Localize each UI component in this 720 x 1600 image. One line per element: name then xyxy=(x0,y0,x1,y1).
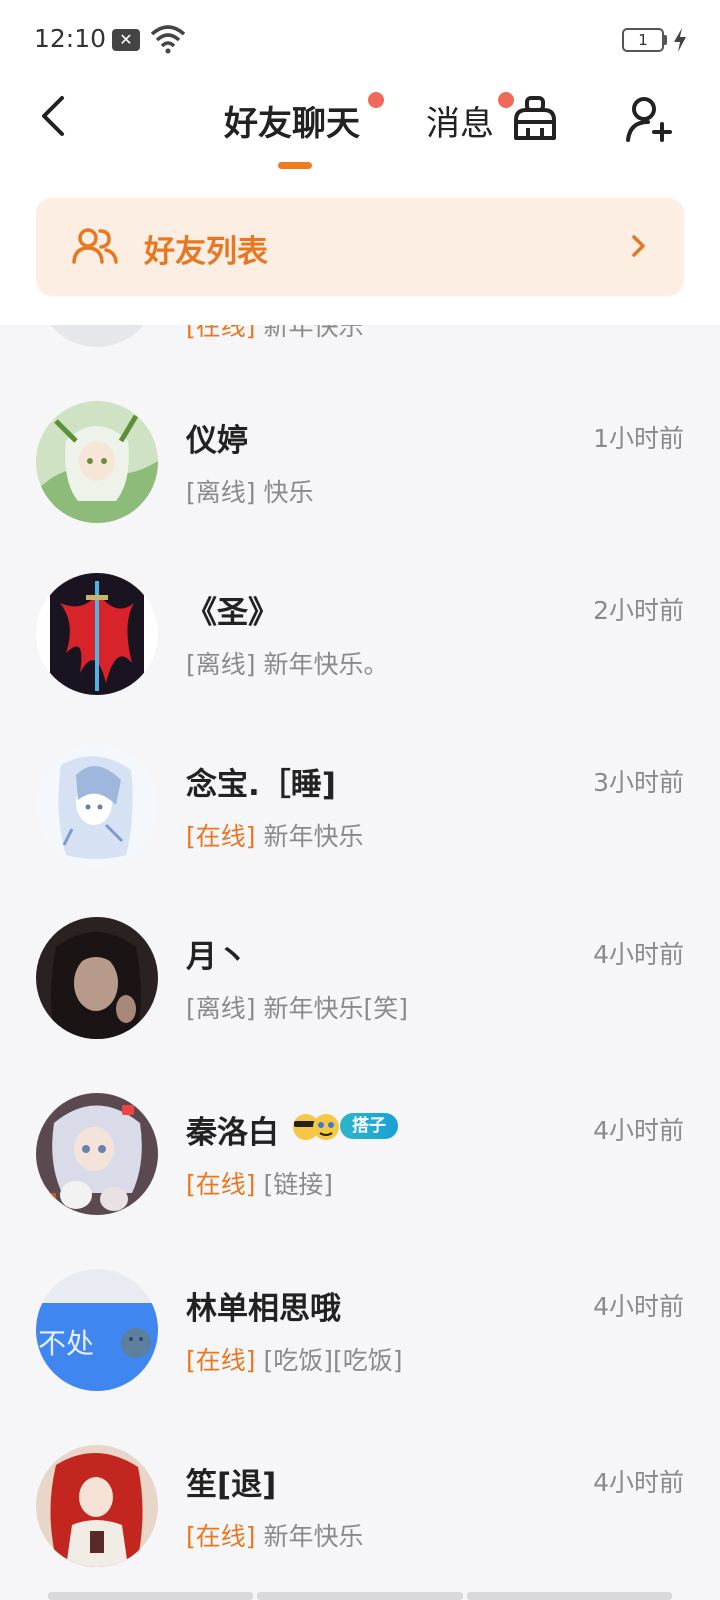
chat-time: 4小时前 xyxy=(593,1292,684,1321)
chat-row[interactable]: 念宝.［睡] 3小时前 [在线] 新年快乐 xyxy=(0,729,720,905)
chat-time: 1小时前 xyxy=(593,424,684,453)
avatar xyxy=(36,401,158,523)
chat-status-line: [离线] 快乐 xyxy=(186,473,313,509)
chat-list[interactable]: [在线] 新年快乐 仪婷 1小时前 [离线] 快乐 《圣》 2小时前 [离线] … xyxy=(0,325,720,1600)
chat-row[interactable]: 秦洛白 搭子 4小时前 [在线] [链接] xyxy=(0,1081,720,1257)
last-message: 快乐 xyxy=(263,478,314,507)
friend-list-button[interactable]: 好友列表 xyxy=(36,198,684,296)
status-tag: [在线] xyxy=(186,325,256,341)
avatar xyxy=(36,917,158,1039)
battery-icon: 1 xyxy=(622,28,664,52)
tab-friend-chat-dot xyxy=(368,92,384,108)
chat-row-partial[interactable]: [在线] 新年快乐 xyxy=(0,325,720,377)
friend-list-banner-area: 好友列表 xyxy=(0,180,720,325)
tab-messages[interactable]: 消息 xyxy=(426,96,494,145)
chat-row[interactable]: 笙[退] 4小时前 [在线] 新年快乐 xyxy=(0,1433,720,1600)
friends-icon xyxy=(72,228,118,264)
status-tag: [在线] xyxy=(186,1170,256,1199)
chat-row[interactable]: 月丶 4小时前 [离线] 新年快乐[笑] xyxy=(0,905,720,1081)
wifi-icon xyxy=(150,25,186,54)
back-icon[interactable] xyxy=(36,94,70,138)
status-tag: [在线] xyxy=(186,1522,256,1551)
chat-time: 2小时前 xyxy=(593,596,684,625)
notification-icon: ✕ xyxy=(112,29,140,51)
friend-name: 《圣》 xyxy=(186,595,279,631)
last-message: 新年快乐[笑] xyxy=(263,994,408,1023)
chat-time: 4小时前 xyxy=(593,940,684,969)
avatar xyxy=(36,1445,158,1567)
friend-name: 林单相思哦 xyxy=(186,1291,341,1327)
status-bar: 12:10 ✕ 1 xyxy=(0,0,720,80)
avatar-text: 不处 xyxy=(38,1328,94,1360)
chat-status-line: [离线] 新年快乐[笑] xyxy=(186,989,408,1025)
status-tag: [在线] xyxy=(186,822,256,851)
battery-nub xyxy=(664,35,667,45)
clean-icon[interactable] xyxy=(510,94,560,144)
bottom-scroll-hint xyxy=(48,1592,672,1600)
friend-name: 笙[退] xyxy=(186,1467,277,1503)
friend-name: 月丶 xyxy=(186,939,248,975)
charging-icon xyxy=(674,28,686,52)
chat-row[interactable]: 不处 林单相思哦 4小时前 [在线] [吃饭][吃饭] xyxy=(0,1257,720,1433)
friend-name: 仪婷 xyxy=(186,423,248,459)
friend-list-label: 好友列表 xyxy=(144,234,268,270)
chat-row[interactable]: 《圣》 2小时前 [离线] 新年快乐。 xyxy=(0,553,720,729)
chat-time: 4小时前 xyxy=(593,1468,684,1497)
status-tag: [离线] xyxy=(186,994,256,1023)
last-message: [链接] xyxy=(263,1170,333,1199)
partner-tag-badge: 搭子 xyxy=(340,1113,398,1139)
last-message: [吃饭][吃饭] xyxy=(263,1346,403,1375)
avatar xyxy=(36,325,158,347)
chat-status-line: [在线] 新年快乐 xyxy=(186,817,363,853)
avatar: 不处 xyxy=(36,1269,158,1391)
status-time: 12:10 xyxy=(34,24,107,53)
last-message: 新年快乐 xyxy=(263,1522,364,1551)
add-user-icon[interactable] xyxy=(624,94,674,144)
chat-time: 4小时前 xyxy=(593,1116,684,1145)
avatar xyxy=(36,1093,158,1215)
chat-status-line: [在线] 新年快乐 xyxy=(186,1517,363,1553)
last-message: 新年快乐 xyxy=(263,325,364,341)
active-tab-indicator xyxy=(278,162,312,169)
chat-status-line: [在线] [吃饭][吃饭] xyxy=(186,1341,402,1377)
chat-status-line: [在线] 新年快乐 xyxy=(186,325,363,343)
last-message: 新年快乐。 xyxy=(263,650,389,679)
chat-row[interactable]: 仪婷 1小时前 [离线] 快乐 xyxy=(0,377,720,553)
status-tag: [在线] xyxy=(186,1346,256,1375)
avatar xyxy=(36,573,158,695)
chat-status-line: [离线] 新年快乐。 xyxy=(186,645,388,681)
status-tag: [离线] xyxy=(186,650,256,679)
friend-name: 秦洛白 xyxy=(186,1115,279,1151)
chat-time: 3小时前 xyxy=(593,768,684,797)
chat-status-line: [在线] [链接] xyxy=(186,1165,333,1201)
avatar xyxy=(36,745,158,867)
status-tag: [离线] xyxy=(186,478,256,507)
chevron-right-icon xyxy=(632,235,645,257)
friend-name: 念宝.［睡] xyxy=(186,767,336,803)
last-message: 新年快乐 xyxy=(263,822,364,851)
tab-friend-chat[interactable]: 好友聊天 xyxy=(224,96,360,145)
